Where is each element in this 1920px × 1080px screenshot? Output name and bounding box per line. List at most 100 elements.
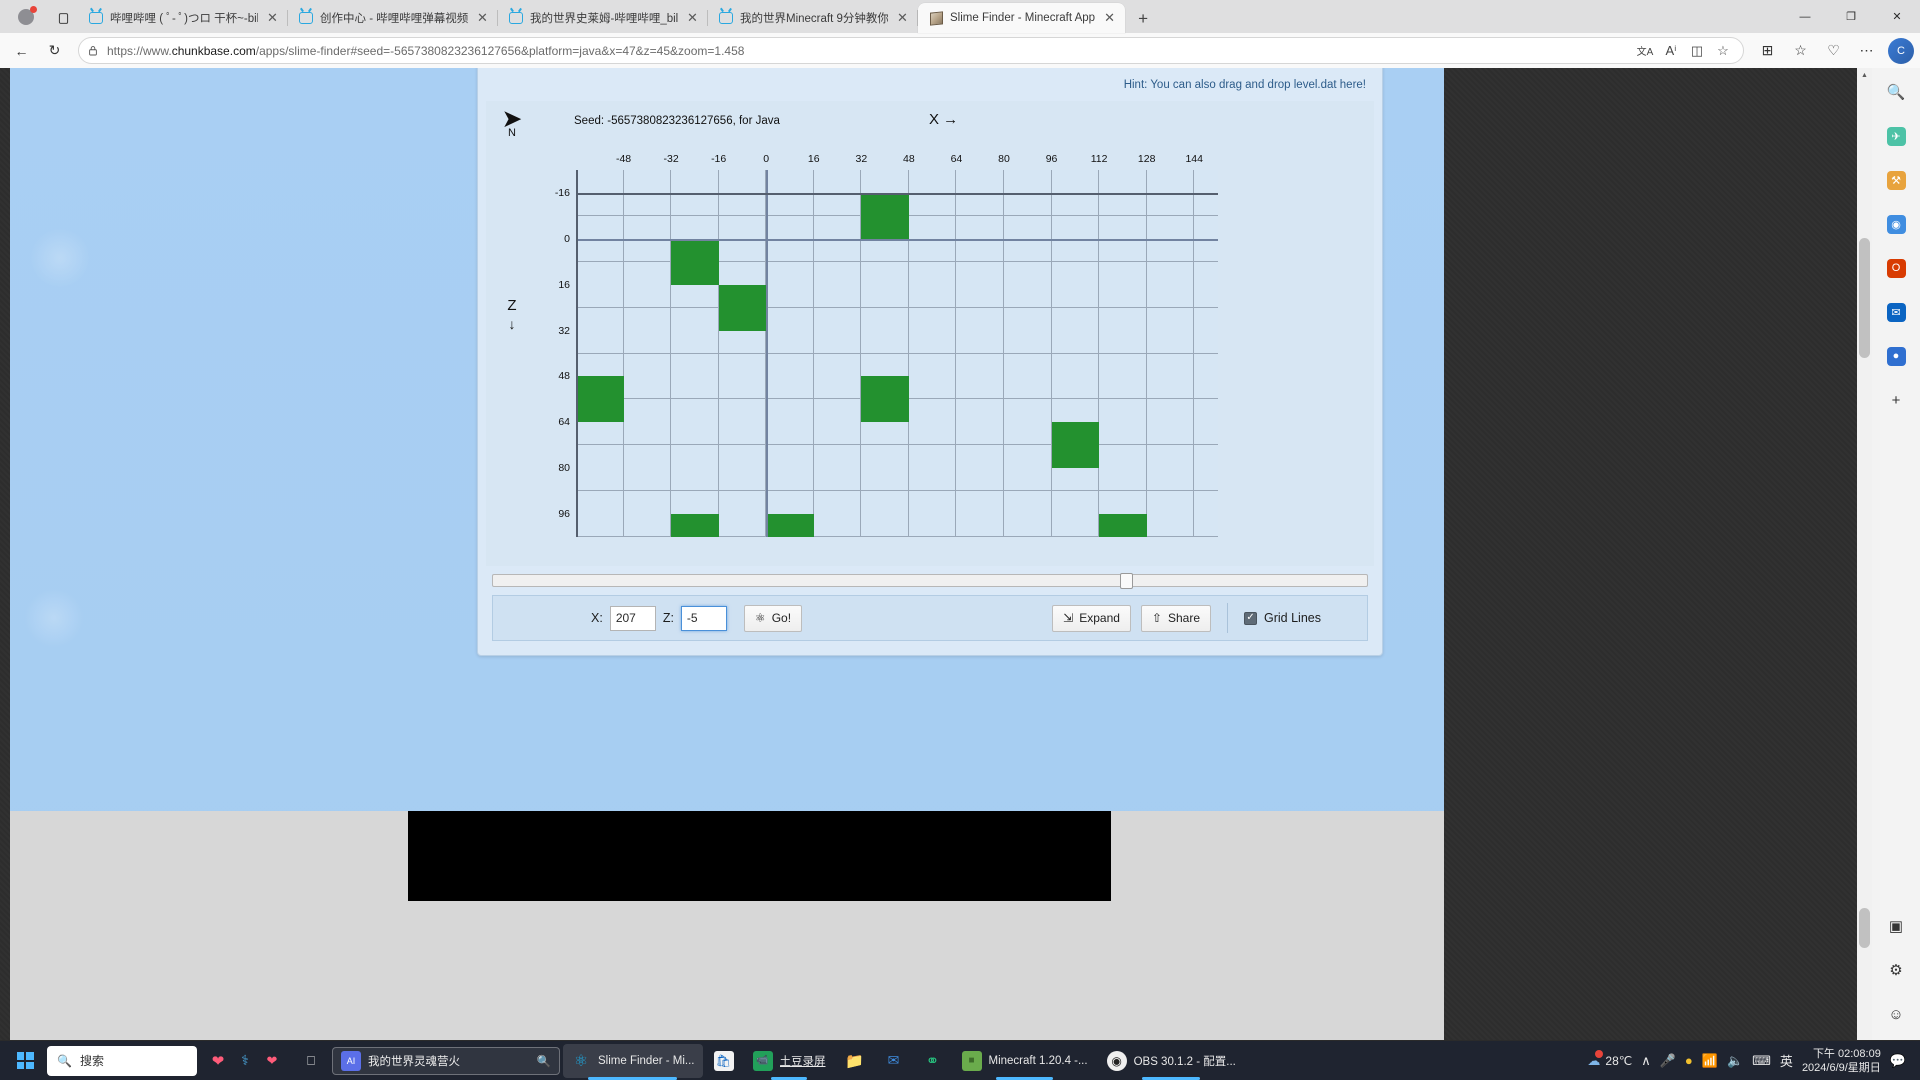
taskbar-item-mail[interactable]: ✉ [876, 1044, 912, 1078]
heart-widget[interactable]: ❤ ⚕ ❤ [200, 1044, 290, 1078]
page-scrollbar[interactable]: ▲ [1857, 68, 1872, 1040]
taskbar-search[interactable]: 🔍 搜索 [47, 1045, 197, 1076]
close-icon[interactable]: ✕ [474, 10, 491, 27]
x-axis-tick: -16 [711, 153, 727, 165]
refresh-icon[interactable]: ↻ [39, 35, 70, 66]
new-tab-button[interactable]: + [1129, 5, 1157, 33]
slime-chunk[interactable] [861, 376, 909, 423]
screenshot-icon[interactable]: ▣ [1880, 910, 1912, 942]
taskbar-item-store[interactable]: 🛍 [706, 1044, 742, 1078]
scroll-up-icon[interactable]: ▲ [1857, 68, 1872, 83]
close-icon[interactable]: ✕ [1101, 10, 1118, 27]
ad-banner[interactable] [408, 811, 1111, 901]
slime-chunk[interactable] [1051, 422, 1100, 469]
close-window-button[interactable]: ✕ [1874, 0, 1920, 33]
maximize-button[interactable]: ❐ [1828, 0, 1874, 33]
bilibili-icon [718, 10, 734, 26]
x-axis-tick: 64 [950, 153, 963, 165]
slime-chunk[interactable] [671, 514, 719, 537]
favorites-bar-icon[interactable]: ☆ [1785, 35, 1816, 66]
grid-cell [1004, 353, 1052, 400]
address-bar[interactable]: https://www.chunkbase.com/apps/slime-fin… [78, 37, 1744, 64]
gridlines-checkbox[interactable]: ✓ [1244, 611, 1258, 625]
network-icon[interactable]: 📶 [1702, 1053, 1718, 1069]
close-icon[interactable]: ✕ [894, 10, 911, 27]
edge-drop-icon[interactable]: ● [1880, 340, 1912, 372]
slime-chunk[interactable] [1099, 514, 1147, 537]
taskbar-item-potato-recorder[interactable]: 📹 土豆录屏 [745, 1044, 834, 1080]
browser-tab-active[interactable]: Slime Finder - Minecraft App ✕ [918, 3, 1126, 33]
share-button[interactable]: ⇧ Share [1140, 604, 1212, 632]
chevron-up-icon[interactable]: ∧ [1641, 1053, 1651, 1069]
taskbar-item-minecraft[interactable]: ■ Minecraft 1.20.4 -... [954, 1044, 1096, 1080]
slime-chunk[interactable] [671, 238, 719, 285]
slime-chunk[interactable] [576, 376, 624, 423]
keyboard-icon[interactable]: ⌨ [1752, 1053, 1771, 1069]
taskbar-item-obs[interactable]: ◉ OBS 30.1.2 - 配置... [1099, 1044, 1244, 1080]
go-button[interactable]: ⚛ Go! [743, 604, 803, 632]
settings-icon[interactable]: ⚙ [1880, 954, 1912, 986]
task-view-button[interactable]: ⎕ [293, 1044, 329, 1078]
obs-icon: ◉ [1106, 1050, 1127, 1071]
z-coord-input[interactable] [680, 605, 727, 631]
weather-widget[interactable]: ☁ 28℃ [1587, 1049, 1632, 1069]
favorite-icon[interactable]: ☆ [1711, 39, 1735, 63]
minimize-button[interactable]: — [1782, 0, 1828, 33]
games-icon[interactable]: ◉ [1880, 208, 1912, 240]
office-icon[interactable]: O [1880, 252, 1912, 284]
browser-tab[interactable]: 我的世界Minecraft 9分钟教你制 ✕ [708, 3, 918, 33]
x-coord-input[interactable] [609, 605, 656, 631]
grid-cell [1051, 491, 1100, 537]
slime-chunk[interactable] [861, 192, 909, 239]
split-screen-icon[interactable]: ◫ [1685, 39, 1709, 63]
tools-icon[interactable]: ⚒ [1880, 164, 1912, 196]
settings-and-more-icon[interactable]: ⋯ [1851, 35, 1882, 66]
start-button[interactable] [6, 1044, 44, 1078]
clock[interactable]: 下午 02:08:09 2024/6/9/星期日 [1802, 1047, 1881, 1075]
outlook-icon[interactable]: ✉ [1880, 296, 1912, 328]
scroll-thumb[interactable] [1859, 238, 1870, 358]
close-icon[interactable]: ✕ [264, 10, 281, 27]
grid-canvas[interactable] [576, 170, 1218, 537]
gridlines-toggle[interactable]: ✓ Grid Lines [1244, 611, 1357, 625]
tab-search-icon[interactable] [48, 3, 78, 33]
slime-chunk[interactable] [766, 514, 814, 537]
add-icon[interactable]: + [1880, 384, 1912, 416]
zoom-track[interactable] [492, 573, 1368, 589]
expand-button[interactable]: ⇲ Expand [1052, 604, 1131, 632]
read-aloud-icon[interactable]: Aⁱ [1659, 39, 1683, 63]
microphone-icon[interactable]: 🎤 [1660, 1053, 1676, 1069]
back-icon[interactable]: ← [6, 35, 37, 66]
feedback-icon[interactable]: ☺ [1880, 998, 1912, 1030]
ai-search-box[interactable]: AI 我的世界灵魂营火 🔍 [332, 1046, 560, 1075]
browser-tab[interactable]: 我的世界史莱姆-哔哩哔哩_bilibili ✕ [498, 3, 708, 33]
ime-indicator[interactable]: 英 [1780, 1051, 1793, 1070]
taskbar-item-explorer[interactable]: 📁 [837, 1044, 873, 1078]
close-icon[interactable]: ✕ [684, 10, 701, 27]
tab-title: 哔哩哔哩 ( ﾟ- ﾟ)つロ 干杯~-bilib [110, 13, 258, 25]
z-axis-title: Z [507, 297, 517, 314]
browser-tab[interactable]: 创作中心 - 哔哩哔哩弹幕视频网 ✕ [288, 3, 498, 33]
shield-icon[interactable]: ● [1685, 1053, 1693, 1068]
ai-icon: AI [341, 1050, 361, 1071]
tab-title: 我的世界Minecraft 9分钟教你制 [740, 13, 888, 25]
slime-map[interactable]: ➤ N Seed: -5657380823236127656, for Java… [486, 101, 1374, 566]
browser-essentials-icon[interactable]: ♡ [1818, 35, 1849, 66]
scroll-thumb-secondary[interactable] [1859, 908, 1870, 948]
search-icon[interactable]: 🔍 [1880, 76, 1912, 108]
slime-chunk[interactable] [718, 284, 767, 331]
copilot-icon[interactable]: C [1888, 37, 1914, 64]
taskbar-item-edge-pinned[interactable]: ⚭ [915, 1044, 951, 1078]
shopping-icon[interactable]: ✈ [1880, 120, 1912, 152]
volume-icon[interactable]: 🔈 [1727, 1053, 1743, 1069]
zoom-thumb[interactable] [1120, 573, 1133, 589]
zoom-slider[interactable] [492, 573, 1368, 589]
notification-icon[interactable]: 💬 [1890, 1053, 1906, 1069]
grid-cell [718, 491, 767, 537]
profile-avatar[interactable] [4, 0, 48, 33]
collections-icon[interactable]: ⊞ [1752, 35, 1783, 66]
translate-icon[interactable]: 文A [1633, 39, 1657, 63]
search-icon-inline[interactable]: 🔍 [537, 1054, 551, 1068]
browser-tab[interactable]: 哔哩哔哩 ( ﾟ- ﾟ)つロ 干杯~-bilib ✕ [78, 3, 288, 33]
taskbar-item-edge[interactable]: ⚛ Slime Finder - Mi... [563, 1043, 703, 1080]
